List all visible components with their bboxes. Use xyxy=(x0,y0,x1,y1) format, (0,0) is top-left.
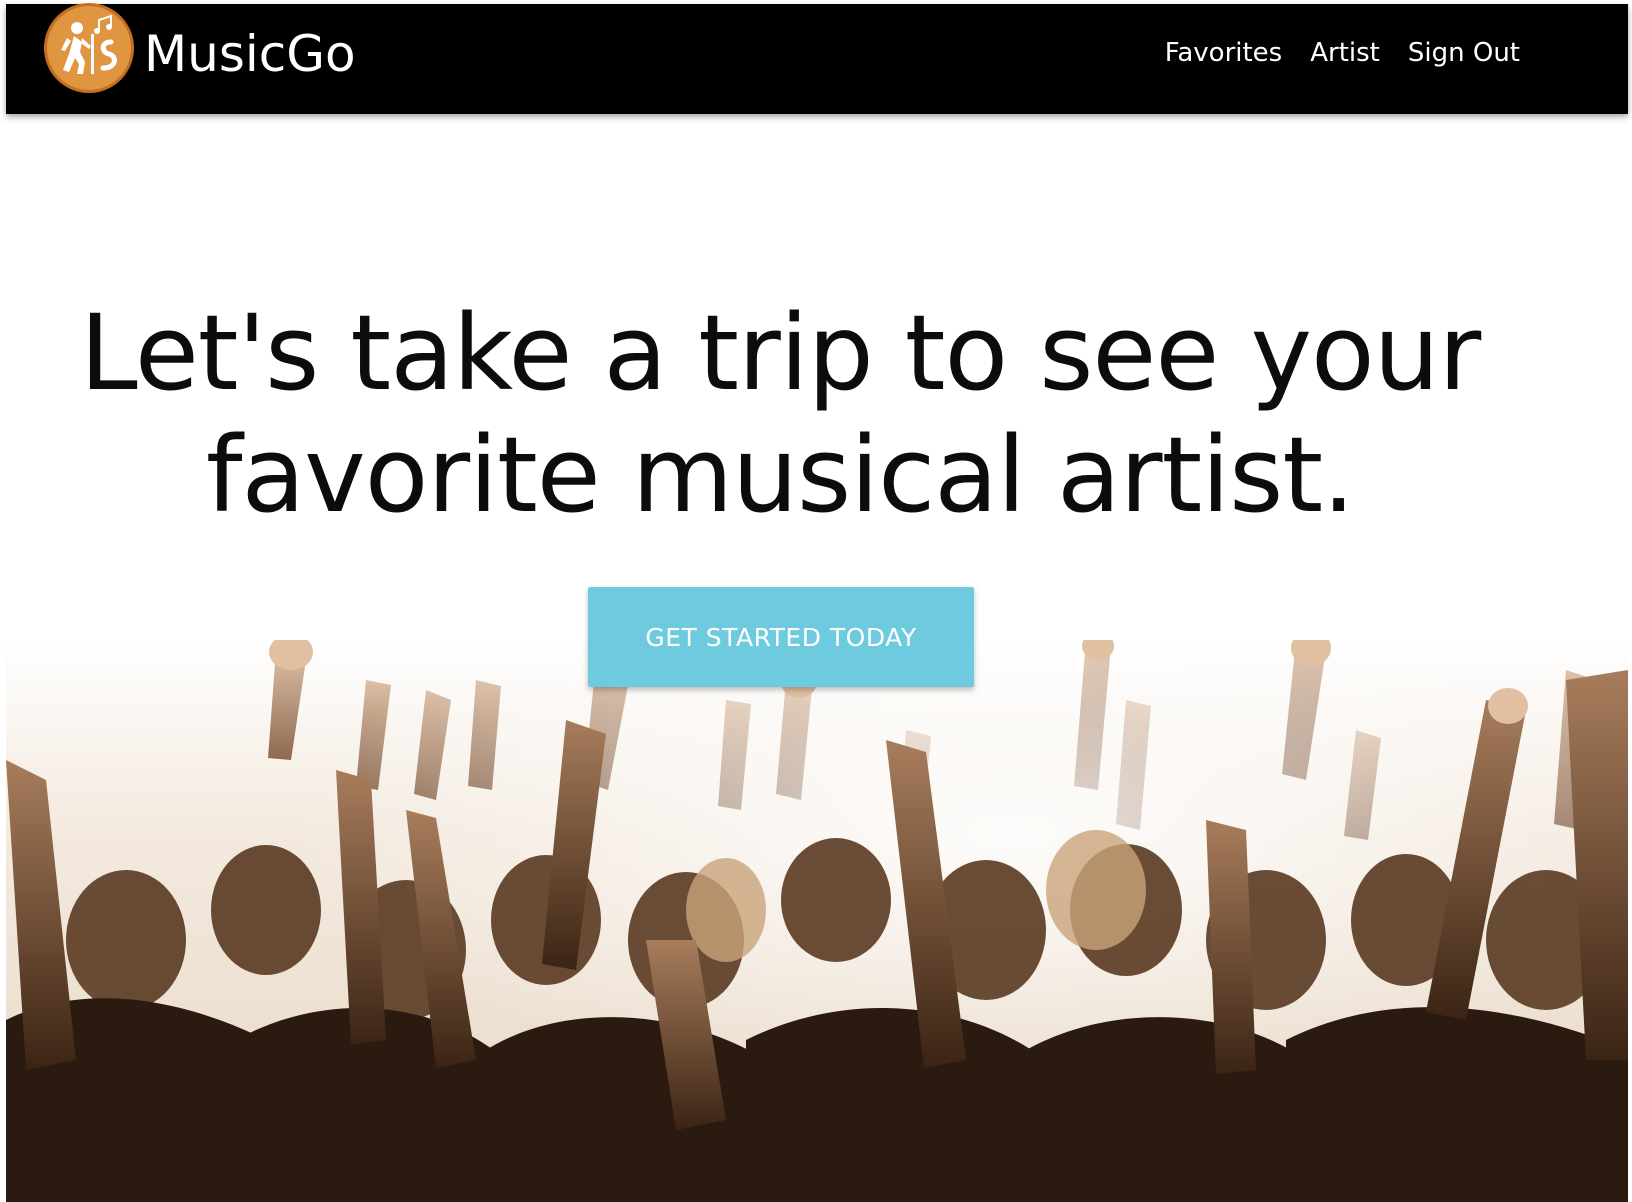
nav-link-artist[interactable]: Artist xyxy=(1310,38,1380,68)
hero-headline: Let's take a trip to see your favorite m… xyxy=(60,292,1500,536)
landing-page: MusicGo Favorites Artist Sign Out Let's … xyxy=(0,0,1632,1202)
hero-headline-line-2: favorite musical artist. xyxy=(205,414,1355,536)
brand-name: MusicGo xyxy=(144,25,356,83)
hero-headline-line-1: Let's take a trip to see your xyxy=(79,292,1482,414)
crowd-with-raised-hands-photo xyxy=(6,640,1628,1202)
nav-link-sign-out[interactable]: Sign Out xyxy=(1408,38,1520,68)
top-navbar: MusicGo Favorites Artist Sign Out xyxy=(6,3,1628,114)
nav-link-favorites[interactable]: Favorites xyxy=(1165,38,1282,68)
hiker-music-logo-icon xyxy=(44,3,134,93)
get-started-button[interactable]: GET STARTED TODAY xyxy=(588,587,974,687)
nav-links: Favorites Artist Sign Out xyxy=(1165,38,1520,68)
brand-home-link[interactable]: MusicGo xyxy=(44,3,356,100)
